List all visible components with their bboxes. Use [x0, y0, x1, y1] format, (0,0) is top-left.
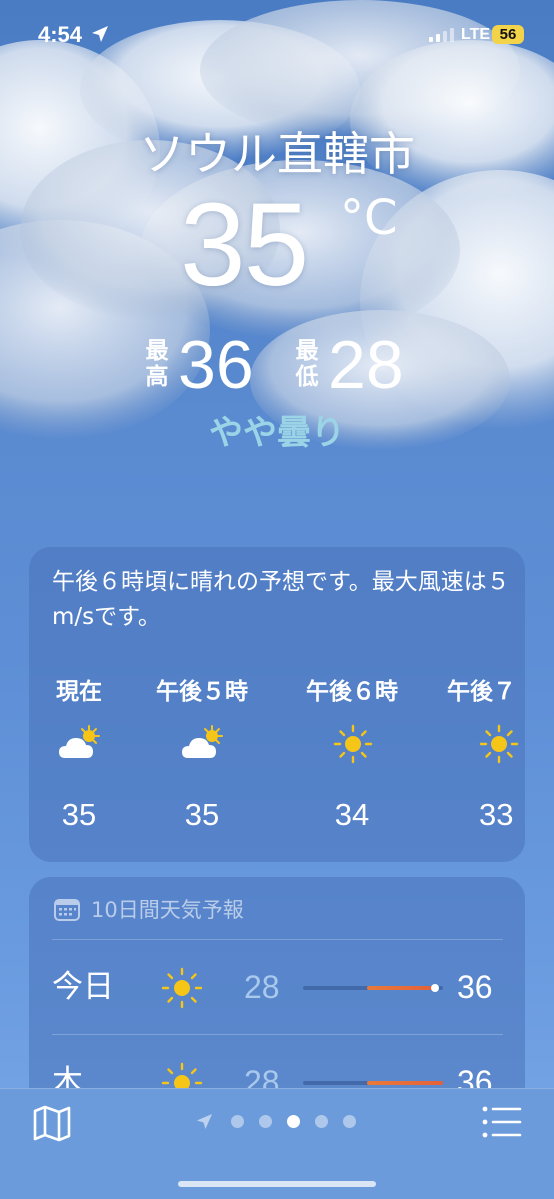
day-low: 28	[244, 969, 280, 1005]
status-time: 4:54	[38, 22, 83, 47]
hourly-item: 現在 35	[24, 672, 134, 842]
location-arrow-icon	[92, 26, 108, 42]
hour-temperature: 35	[184, 797, 220, 832]
list-icon[interactable]	[482, 1105, 522, 1139]
home-indicator[interactable]	[178, 1181, 376, 1187]
page-dot	[259, 1115, 272, 1128]
weather-condition: やや曇り	[209, 413, 345, 453]
hour-label: 午後７	[447, 679, 516, 705]
city-name: ソウル直轄市	[139, 127, 415, 181]
divider	[52, 1034, 503, 1035]
daily-header: 10日間天気予報	[52, 895, 512, 925]
page-dot-active	[287, 1115, 300, 1128]
network-type: LTE	[461, 26, 491, 43]
low-label: 最低	[295, 338, 319, 390]
forecast-summary: 午後６時頃に晴れの予想です。最大風速は５m/sです。	[52, 569, 510, 630]
hour-label: 午後５時	[156, 679, 248, 705]
calendar-icon	[54, 899, 80, 921]
hour-temperature: 35	[61, 797, 97, 832]
temperature-range-fill	[367, 1081, 443, 1085]
current-temperature: 35 °C	[0, 180, 554, 310]
page-indicator[interactable]	[196, 1111, 366, 1131]
battery-icon: 56	[492, 25, 524, 44]
daily-title: 10日間天気予報	[91, 898, 244, 922]
page-dot	[315, 1115, 328, 1128]
divider	[52, 939, 503, 940]
daily-forecast-card[interactable]: 10日間天気予報 今日 28 36 木 28 36	[29, 877, 525, 1117]
current-temp-dot	[431, 984, 439, 992]
bottom-toolbar	[0, 1088, 554, 1199]
hour-label: 現在	[56, 679, 102, 705]
hour-temperature: 33	[479, 797, 514, 832]
temperature-unit: °C	[340, 190, 398, 246]
page-dot	[343, 1115, 356, 1128]
status-bar: 4:54 LTE 56	[0, 0, 554, 70]
hour-label: 午後６時	[306, 679, 398, 705]
hour-temperature: 34	[334, 797, 370, 832]
hourly-item: 午後５時 35	[147, 672, 257, 842]
temperature-range-fill	[367, 986, 433, 990]
signal-strength-icon	[429, 28, 454, 42]
high-low: 最高 36 最低 28	[0, 330, 554, 400]
high-value: 36	[178, 327, 254, 403]
hourly-forecast-card[interactable]: 午後６時頃に晴れの予想です。最大風速は５m/sです。 現在 35 午後５時 35…	[29, 547, 525, 862]
sun-icon	[479, 724, 519, 764]
weather-screen: 4:54 LTE 56 ソウル直轄市 35 °C 最高 36 最低 28 やや曇…	[0, 0, 554, 1199]
temperature-value: 35	[180, 179, 309, 311]
partly-cloudy-icon	[182, 725, 223, 758]
sun-icon	[333, 724, 373, 764]
temperature-range-bar	[303, 984, 443, 992]
day-name: 今日	[52, 969, 114, 1005]
day-high: 36	[457, 969, 493, 1005]
sun-icon	[161, 967, 203, 1009]
day-row[interactable]: 今日 28 36	[29, 941, 525, 1035]
hourly-item: 午後７ 33	[445, 672, 554, 842]
partly-cloudy-icon	[59, 725, 100, 758]
low-value: 28	[328, 327, 404, 403]
hourly-item: 午後６時 34	[297, 672, 407, 842]
location-arrow-icon	[196, 1113, 213, 1130]
page-dot	[231, 1115, 244, 1128]
map-icon[interactable]	[32, 1103, 72, 1143]
high-label: 最高	[145, 338, 169, 390]
temperature-range-bar	[303, 1081, 443, 1085]
